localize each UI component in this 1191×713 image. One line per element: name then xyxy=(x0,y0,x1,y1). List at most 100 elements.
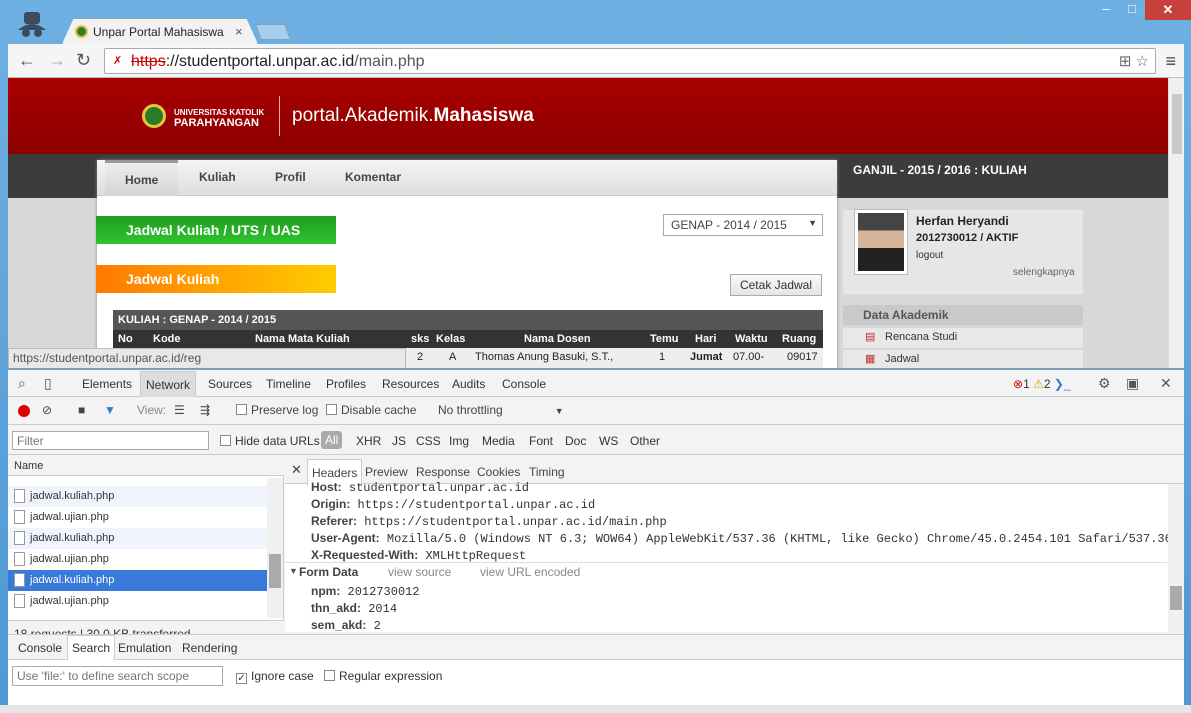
filter-input[interactable] xyxy=(12,431,209,450)
tab-portal[interactable]: Unpar Portal Mahasiswa × xyxy=(62,18,258,44)
tab-profiles[interactable]: Profiles xyxy=(326,377,366,391)
list-item[interactable]: jadwal.ujian.php xyxy=(8,591,267,612)
preserve-log-checkbox[interactable]: Preserve log xyxy=(236,403,318,417)
inspect-icon[interactable]: ⌕ xyxy=(18,375,26,392)
url-text[interactable]: https://studentportal.unpar.ac.id/main.p… xyxy=(131,53,425,71)
list-item[interactable]: jadwal.ujian.php xyxy=(8,507,267,528)
error-icon: ⊗ xyxy=(1013,377,1024,391)
drawer-tab-rendering[interactable]: Rendering xyxy=(182,641,237,655)
table-title: KULIAH : GENAP - 2014 / 2015 xyxy=(113,310,823,330)
logout-link[interactable]: logout xyxy=(916,250,943,261)
filter-doc[interactable]: Doc xyxy=(565,434,586,448)
minimize-button[interactable]: – xyxy=(1093,0,1119,20)
nav-kuliah[interactable]: Kuliah xyxy=(199,170,236,184)
error-warning-counts[interactable]: ⊗1 ⚠2 ❯_ xyxy=(1013,377,1071,391)
user-id: 2012730012 / AKTIF xyxy=(916,232,1019,244)
maximize-button[interactable]: □ xyxy=(1119,0,1145,20)
reload-icon[interactable]: ↻ xyxy=(76,51,91,69)
tab-elements[interactable]: Elements xyxy=(82,377,132,391)
list-item[interactable]: jadwal.kuliah.php xyxy=(8,528,267,549)
clear-icon[interactable]: ⊘ xyxy=(42,403,52,417)
throttling-select[interactable]: No throttling ▼ xyxy=(438,403,564,417)
close-window-button[interactable]: ✕ xyxy=(1145,0,1191,20)
view-source-link[interactable]: view source xyxy=(388,565,451,579)
disable-cache-checkbox[interactable]: Disable cache xyxy=(326,403,416,417)
list-item[interactable]: jadwal.kuliah.php xyxy=(8,486,267,507)
more-link[interactable]: selengkapnya xyxy=(1013,267,1075,278)
nav-komentar[interactable]: Komentar xyxy=(345,170,401,184)
form-npm: npm: 2012730012 xyxy=(311,584,420,599)
tab-network[interactable]: Network xyxy=(140,371,197,398)
tab-cookies[interactable]: Cookies xyxy=(477,465,520,479)
semester-select[interactable]: GENAP - 2014 / 2015 ▼ xyxy=(663,214,823,236)
tab-resources[interactable]: Resources xyxy=(382,377,439,391)
tab-close-icon[interactable]: × xyxy=(235,24,243,39)
insecure-lock-icon[interactable]: ✗ xyxy=(113,54,127,68)
filter-js[interactable]: JS xyxy=(392,434,406,448)
sidebar-item-rencana-studi[interactable]: ▤ Rencana Studi xyxy=(843,328,1083,348)
chevron-down-icon: ▼ xyxy=(808,218,817,228)
col-no: No xyxy=(118,333,133,345)
new-tab-button[interactable] xyxy=(255,24,291,40)
data-akademik-heading: Data Akademik xyxy=(843,305,1083,325)
view-label: View: xyxy=(137,403,167,417)
tab-audits[interactable]: Audits xyxy=(452,377,485,391)
name-column-header[interactable]: Name xyxy=(8,456,284,476)
hide-data-urls-checkbox[interactable]: Hide data URLs xyxy=(220,434,320,448)
tab-timing[interactable]: Timing xyxy=(529,465,565,479)
nav-profil[interactable]: Profil xyxy=(275,170,306,184)
drawer-tab-search[interactable]: Search xyxy=(67,635,116,660)
record-icon[interactable] xyxy=(18,405,30,417)
back-icon[interactable]: ← xyxy=(18,51,36,69)
drawer-tab-emulation[interactable]: Emulation xyxy=(118,641,171,655)
search-input[interactable] xyxy=(12,666,223,686)
filter-media[interactable]: Media xyxy=(482,434,515,448)
form-data-section[interactable]: ▼ Form Data view source view URL encoded xyxy=(285,562,1167,580)
filter-xhr[interactable]: XHR xyxy=(356,434,381,448)
file-icon xyxy=(14,552,25,566)
filter-img[interactable]: Img xyxy=(449,434,469,448)
close-devtools-icon[interactable]: ✕ xyxy=(1160,375,1172,392)
request-list-scrollbar[interactable] xyxy=(267,478,283,618)
list-item-selected[interactable]: jadwal.kuliah.php xyxy=(8,570,267,591)
capture-screenshots-icon[interactable]: ■ xyxy=(78,403,85,417)
logo-line1: UNIVERSITAS KATOLIK xyxy=(174,108,265,117)
filter-icon[interactable]: ▼ xyxy=(104,403,116,417)
col-hari: Hari xyxy=(695,333,717,345)
filter-ws[interactable]: WS xyxy=(599,434,618,448)
filter-css[interactable]: CSS xyxy=(416,434,441,448)
detail-scrollbar[interactable] xyxy=(1168,484,1184,632)
tab-timeline[interactable]: Timeline xyxy=(266,377,311,391)
filter-font[interactable]: Font xyxy=(529,434,553,448)
expand-triangle-icon[interactable]: ▼ xyxy=(289,566,298,576)
tab-console[interactable]: Console xyxy=(502,377,546,391)
close-detail-icon[interactable]: ✕ xyxy=(291,462,302,478)
print-schedule-button[interactable]: Cetak Jadwal xyxy=(730,274,822,296)
tab-sources[interactable]: Sources xyxy=(208,377,252,391)
bookmark-star-icon[interactable]: ⊞ ☆ xyxy=(1119,52,1149,70)
address-bar[interactable]: ✗ https://studentportal.unpar.ac.id/main… xyxy=(104,48,1156,74)
regex-checkbox[interactable]: Regular expression xyxy=(324,669,442,683)
sidebar-item-jadwal[interactable]: ▦ Jadwal xyxy=(843,350,1083,368)
list-item[interactable]: jadwal.ujian.php xyxy=(8,549,267,570)
large-rows-icon[interactable]: ☰ xyxy=(174,403,185,417)
view-url-encoded-link[interactable]: view URL encoded xyxy=(480,565,580,579)
page-scrollbar[interactable] xyxy=(1168,78,1184,368)
portal-title: portal.Akademik.Mahasiswa xyxy=(292,105,534,126)
forward-icon[interactable]: → xyxy=(48,51,66,69)
header-referer: Referer: https://studentportal.unpar.ac.… xyxy=(311,514,667,529)
site-header: UNIVERSITAS KATOLIK PARAHYANGAN portal.A… xyxy=(8,78,1168,154)
drawer-tab-console[interactable]: Console xyxy=(18,641,62,655)
overview-icon[interactable]: ⇶ xyxy=(200,403,210,417)
tab-preview[interactable]: Preview xyxy=(365,465,408,479)
tab-response[interactable]: Response xyxy=(416,465,470,479)
filter-other[interactable]: Other xyxy=(630,434,660,448)
ignore-case-checkbox[interactable]: ✓ Ignore case xyxy=(236,669,314,684)
chrome-menu-icon[interactable]: ≡ xyxy=(1165,51,1176,72)
settings-gear-icon[interactable]: ⚙ xyxy=(1098,375,1111,392)
device-mode-icon[interactable]: ▯ xyxy=(44,375,52,392)
dock-icon[interactable]: ▣ xyxy=(1126,375,1139,392)
filter-all[interactable]: All xyxy=(321,431,343,449)
web-page: UNIVERSITAS KATOLIK PARAHYANGAN portal.A… xyxy=(8,78,1168,368)
nav-home[interactable]: Home xyxy=(105,160,179,196)
